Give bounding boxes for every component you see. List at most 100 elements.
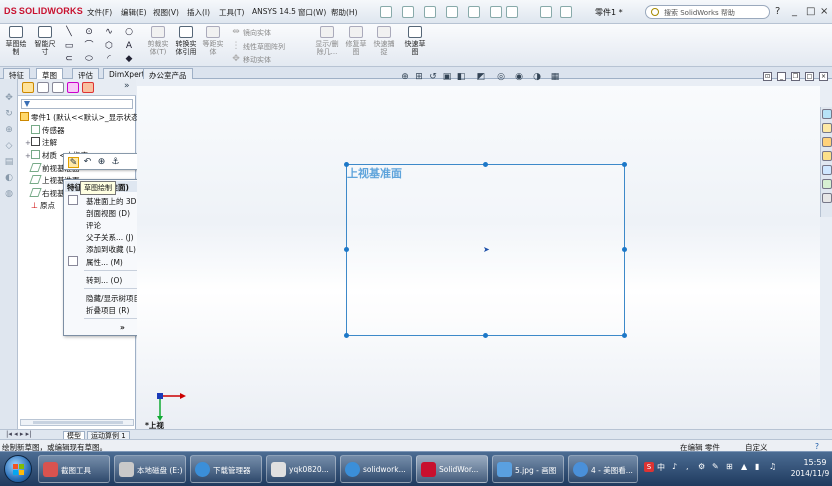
scene-icon[interactable]: ◑ [532,72,542,82]
maximize-window-icon[interactable]: □ [805,72,814,81]
menu-go-to[interactable]: 转到... (O) [86,275,122,286]
tab-evaluate[interactable]: 评估 [72,68,99,80]
close-button[interactable]: × [820,6,828,17]
menu-add-to-favorites[interactable]: 添加到收藏 (L) [86,244,136,255]
view-icon[interactable]: ◇ [4,141,14,151]
file-properties-icon[interactable] [560,6,572,18]
hide-show-items-icon[interactable]: ◎ [496,72,506,82]
plane-handle[interactable] [483,333,488,338]
repair-sketch-button[interactable]: 修复草 图 [344,26,368,56]
input-language-icon[interactable]: 中 [657,462,667,472]
rapid-sketch-button[interactable]: 快速草 图 [402,26,428,56]
plane-handle[interactable] [344,247,349,252]
taskbar-button-solidworks-browser[interactable]: solidwork... [340,455,412,483]
display-delete-relations-button[interactable]: 显示/删 除几... [313,26,341,56]
display-style-icon[interactable]: ◩ [476,72,486,82]
tree-item-origin[interactable]: ⊥ 原点 [25,200,55,211]
menu-parent-child[interactable]: 父子关系... (J) [86,232,134,243]
text-tool-icon[interactable]: A [124,41,134,51]
start-button[interactable] [4,455,32,483]
move-entities-button[interactable]: 移动实体 [243,55,271,65]
file-explorer-icon[interactable] [822,137,832,147]
appearance-icon[interactable]: ◍ [4,189,14,199]
settings-icon[interactable]: ⚙ [698,462,708,472]
fillet-tool-icon[interactable]: ◜ [104,54,114,64]
print-icon[interactable] [446,6,458,18]
smart-dimension-button[interactable]: 智能尺 寸 [32,26,58,56]
taskbar-button-solidworks[interactable]: SolidWor... [416,455,488,483]
save-icon[interactable] [424,6,436,18]
expand-panel-icon[interactable]: » [124,81,130,91]
plane-tool-icon[interactable]: ◆ [124,54,134,64]
status-help-icon[interactable]: ? [815,442,819,451]
line-tool-icon[interactable]: ╲ [64,27,74,37]
normal-to-icon[interactable]: ↶ [82,157,93,168]
point-tool-icon[interactable]: ○ [124,27,134,37]
menu-properties[interactable]: 属性... (M) [86,257,123,268]
tab-nav-arrows-icon[interactable]: |◂ ◂ ▸ ▸| [6,430,31,438]
tree-item-sensors[interactable]: 传感器 [25,125,65,136]
restore-window-icon[interactable]: ❐ [791,72,800,81]
section-view-icon[interactable]: ▣ [442,72,452,82]
anchor-icon[interactable]: ⚓ [110,157,121,168]
keyboard-icon[interactable]: ⊞ [726,462,736,472]
taskbar-button-paint[interactable]: 5.jpg - 画图 [492,455,564,483]
tree-root-part[interactable]: 零件1 (默认<<默认>_显示状态 [20,112,139,123]
property-manager-tab-icon[interactable] [37,82,49,93]
help-button[interactable]: ? [775,6,780,17]
menu-file[interactable]: 文件(F) [87,7,112,18]
design-library-icon[interactable] [822,123,832,133]
solidworks-resources-icon[interactable] [822,109,832,119]
close-window-icon[interactable]: × [819,72,828,81]
appearances-icon[interactable] [822,179,832,189]
taskbar-button-local-disk[interactable]: 本地磁盘 (E:) [114,455,186,483]
clock-date[interactable]: 2014/11/9 [785,469,832,478]
new-document-icon[interactable] [380,6,392,18]
ellipse-tool-icon[interactable]: ⬭ [84,54,94,64]
plane-handle[interactable] [622,162,627,167]
open-folder-icon[interactable] [402,6,414,18]
volume-icon[interactable]: ♫ [769,462,779,472]
punctuation-icon[interactable]: , [686,462,696,472]
custom-properties-icon[interactable] [822,193,832,203]
circle-tool-icon[interactable]: ⊙ [84,27,94,37]
tile-window-icon[interactable]: ⊡ [763,72,772,81]
hide-icon[interactable]: ◐ [4,173,14,183]
zoom-to-selection-icon[interactable]: ⊕ [96,157,107,168]
menu-comment[interactable]: 评论 ▸ [86,220,177,231]
plane-handle[interactable] [622,247,627,252]
trim-entities-button[interactable]: 剪裁实 体(T) [146,26,170,56]
scrollbar-thumb[interactable] [33,421,123,424]
taskbar-button-download-manager[interactable]: 下载管理器 [190,455,262,483]
menu-collapse-items[interactable]: 折叠项目 (R) [86,305,129,316]
plane-handle[interactable] [483,162,488,167]
linear-array-button[interactable]: 线性草图阵列 [243,42,285,52]
arc-tool-icon[interactable]: ⌒ [84,41,94,51]
menu-edit[interactable]: 编辑(E) [121,7,147,18]
tab-features[interactable]: 特征 [3,68,30,80]
plane-handle[interactable] [344,333,349,338]
tab-office-products[interactable]: 办公室产品 [143,68,193,80]
undo-icon[interactable] [468,6,480,18]
tree-filter-input[interactable] [21,99,133,109]
tree-item-annotations[interactable]: + 注解 [25,137,57,148]
menu-insert[interactable]: 插入(I) [187,7,210,18]
menu-window[interactable]: 窗口(W) [298,7,326,18]
taskbar-button-snipping-tool[interactable]: 截图工具 [38,455,110,483]
view-palette-icon[interactable] [822,165,832,175]
pan-icon[interactable]: ✥ [4,93,14,103]
sketch-icon[interactable]: ✎ [68,157,79,168]
network-icon[interactable]: ▮ [755,462,765,472]
configuration-manager-tab-icon[interactable] [52,82,64,93]
slot-tool-icon[interactable]: ⊂ [64,54,74,64]
tree-horizontal-scrollbar[interactable] [20,419,134,426]
rectangle-tool-icon[interactable]: ▭ [64,41,74,51]
view-settings-icon[interactable]: ▦ [550,72,560,82]
display-manager-tab-icon[interactable] [82,82,94,93]
edit-appearance-icon[interactable]: ◉ [514,72,524,82]
quick-snaps-button[interactable]: 快速捕 捉 [372,26,396,56]
zoom-to-fit-icon[interactable]: ⊕ [400,72,410,82]
menu-ansys[interactable]: ANSYS 14.5 [252,7,296,16]
offset-entities-button[interactable]: 等距实 体 [201,26,225,56]
menu-expand-more-icon[interactable]: » [120,323,125,332]
